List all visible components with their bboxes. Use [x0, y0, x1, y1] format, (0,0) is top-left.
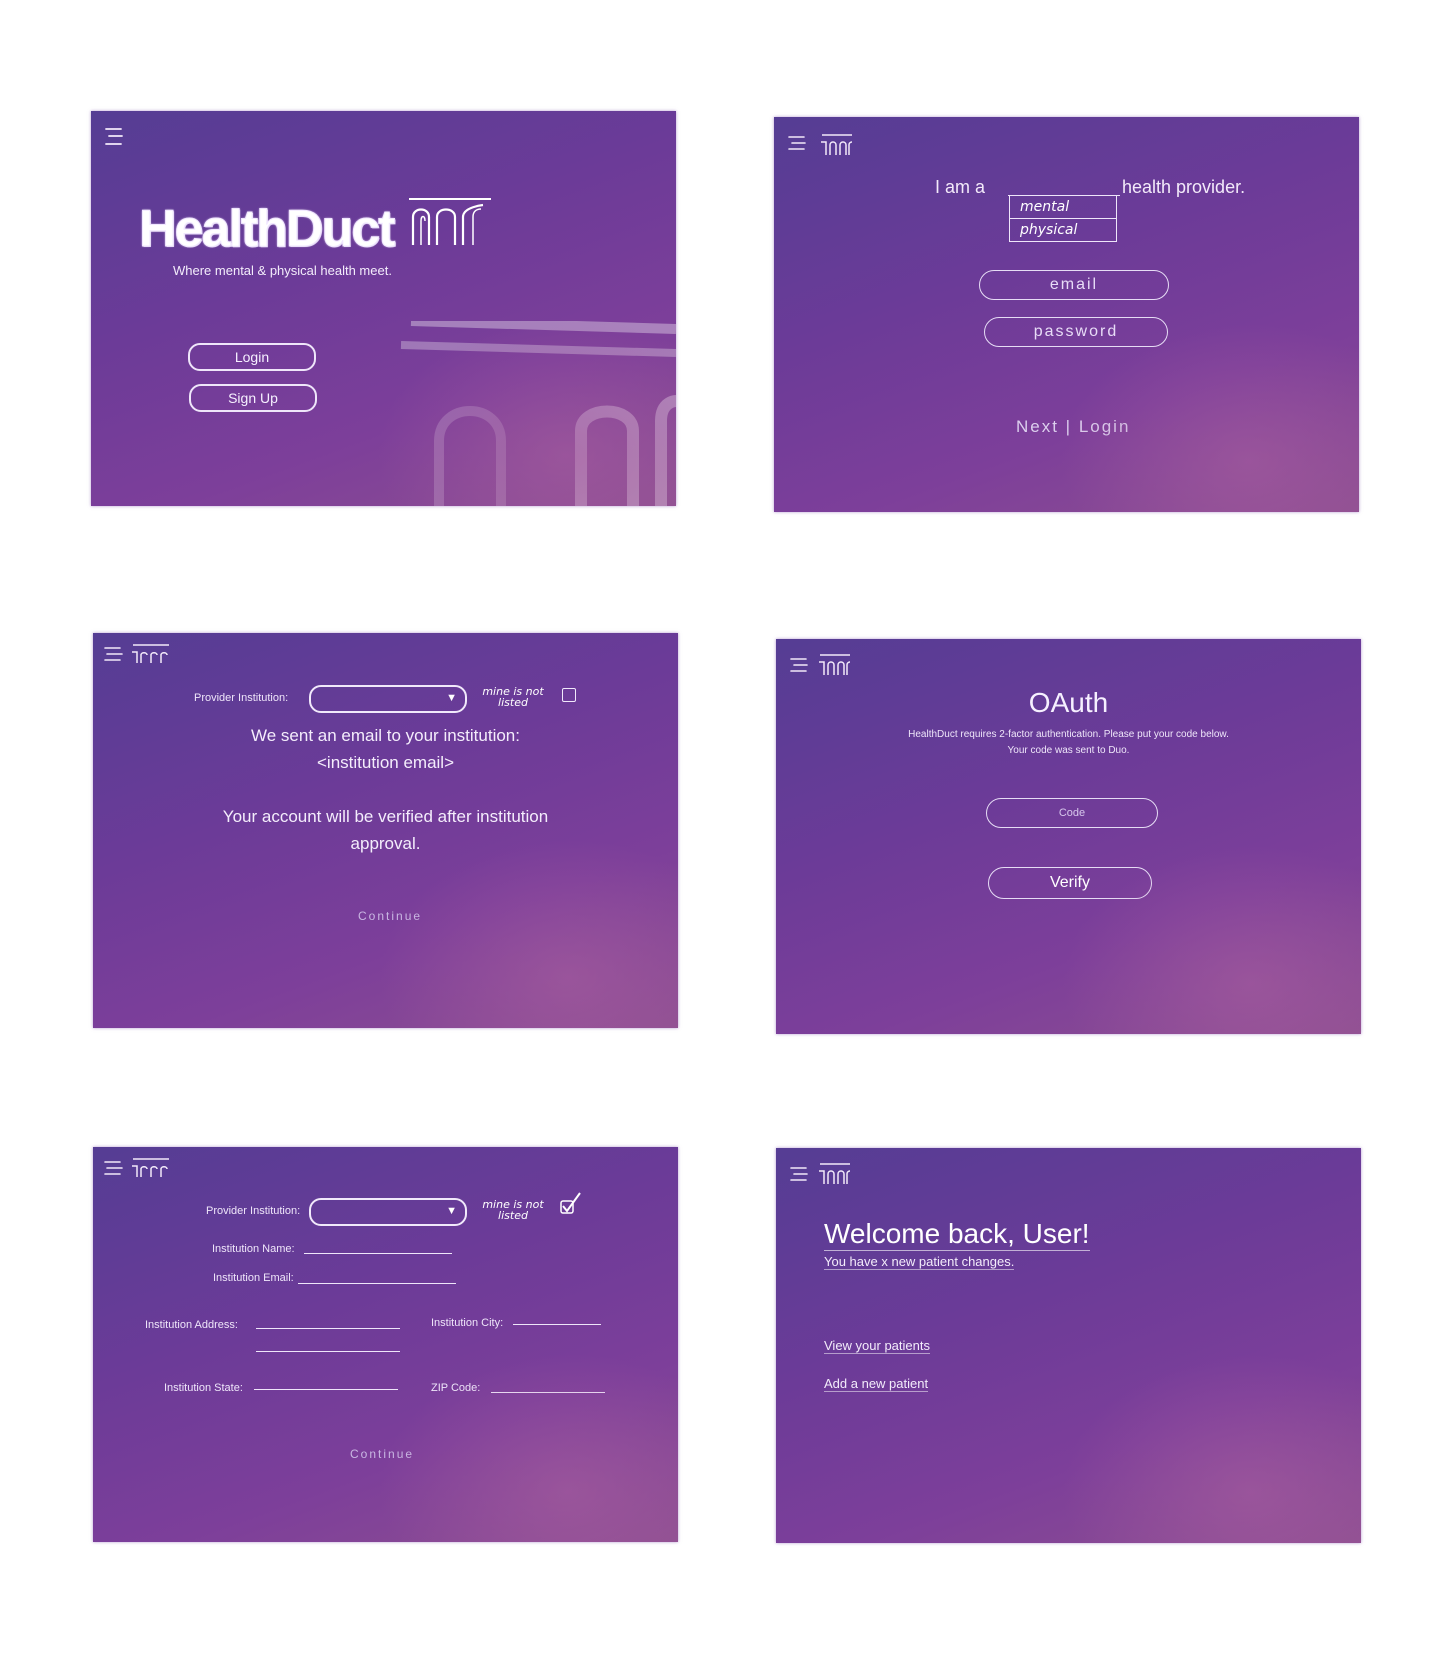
- continue-button[interactable]: Continue: [350, 1447, 414, 1461]
- institution-state-label: Institution State:: [164, 1382, 243, 1394]
- code-field[interactable]: Code: [986, 798, 1158, 828]
- zip-code-label: ZIP Code:: [431, 1382, 481, 1394]
- institution-email-label: Institution Email:: [213, 1272, 294, 1284]
- healthduct-logo-icon: [819, 1163, 851, 1184]
- email-field[interactable]: email: [979, 270, 1169, 300]
- institution-state-field[interactable]: [254, 1389, 398, 1390]
- brand-title: HealthDuct: [138, 200, 395, 259]
- oauth-title: OAuth: [1028, 687, 1109, 718]
- tagline: Where mental & physical health meet.: [173, 263, 392, 278]
- option-mental[interactable]: mental: [1009, 195, 1117, 219]
- provider-type-dropdown[interactable]: mental physical: [1009, 195, 1117, 242]
- decorative-logo-lines: [400, 321, 676, 506]
- institution-address-field-2[interactable]: [256, 1351, 400, 1352]
- institution-email-placeholder: <institution email>: [316, 753, 455, 772]
- email-sent-message: We sent an email to your institution:: [251, 726, 520, 745]
- menu-icon[interactable]: [788, 653, 810, 677]
- institution-sent-screen: Provider Institution: ▼ mine is not list…: [93, 633, 678, 1028]
- provider-login-screen: I am a health provider. mental physical …: [774, 117, 1359, 512]
- provider-institution-label: Provider Institution:: [206, 1205, 301, 1217]
- menu-icon[interactable]: [103, 643, 125, 665]
- healthduct-logo-icon: [132, 1158, 169, 1177]
- institution-city-label: Institution City:: [431, 1317, 504, 1329]
- patient-changes-text[interactable]: You have x new patient changes.: [824, 1254, 1015, 1270]
- dropdown-caret-icon: ▼: [446, 692, 457, 704]
- healthduct-logo-icon: [409, 198, 491, 245]
- healthduct-logo-icon: [821, 134, 853, 155]
- institution-name-field[interactable]: [304, 1253, 452, 1254]
- healthduct-logo-icon: [132, 644, 169, 663]
- view-patients-link[interactable]: View your patients: [824, 1338, 930, 1354]
- oauth-screen: OAuth HealthDuct requires 2-factor authe…: [776, 639, 1361, 1034]
- zip-code-field[interactable]: [491, 1392, 605, 1393]
- checked-checkbox-icon[interactable]: [558, 1191, 584, 1217]
- dropdown-caret-icon: ▼: [446, 1205, 457, 1217]
- institution-address-field-1[interactable]: [256, 1328, 400, 1329]
- dashboard-screen: Welcome back, User! You have x new patie…: [776, 1148, 1361, 1543]
- signup-button[interactable]: Sign Up: [189, 384, 317, 412]
- menu-icon[interactable]: [786, 131, 808, 155]
- checkbox-icon[interactable]: [562, 688, 576, 702]
- institution-address-label: Institution Address:: [145, 1319, 238, 1331]
- not-listed-note: mine is not listed: [482, 685, 544, 709]
- provider-institution-select[interactable]: ▼: [309, 1198, 467, 1226]
- menu-icon[interactable]: [103, 1157, 125, 1179]
- welcome-heading: Welcome back, User!: [824, 1218, 1090, 1251]
- oauth-duo-note: Your code was sent to Duo.: [1007, 745, 1130, 756]
- add-patient-link[interactable]: Add a new patient: [824, 1376, 929, 1392]
- login-button[interactable]: Login: [188, 343, 316, 371]
- landing-screen: HealthDuct Where mental & physical healt…: [91, 111, 676, 506]
- verification-message: Your account will be verified after inst…: [222, 807, 549, 826]
- password-field[interactable]: password: [984, 317, 1168, 347]
- healthduct-logo-icon: [819, 654, 851, 675]
- menu-icon[interactable]: [103, 125, 125, 149]
- next-login-link[interactable]: Next | Login: [1016, 417, 1130, 437]
- verification-message-end: approval.: [350, 834, 421, 853]
- institution-city-field[interactable]: [513, 1324, 601, 1325]
- menu-icon[interactable]: [788, 1162, 810, 1186]
- institution-form-screen: Provider Institution: ▼ mine is not list…: [93, 1147, 678, 1542]
- provider-institution-select[interactable]: ▼: [309, 685, 467, 713]
- oauth-instructions: HealthDuct requires 2-factor authenticat…: [908, 729, 1229, 740]
- option-physical[interactable]: physical: [1009, 219, 1117, 242]
- institution-email-field[interactable]: [298, 1283, 456, 1284]
- verify-button[interactable]: Verify: [988, 867, 1152, 899]
- not-listed-note: mine is not listed: [482, 1198, 544, 1222]
- provider-type-suffix: health provider.: [1122, 177, 1246, 197]
- institution-name-label: Institution Name:: [212, 1243, 295, 1255]
- provider-type-prefix: I am a: [935, 177, 986, 197]
- continue-button[interactable]: Continue: [358, 909, 422, 923]
- provider-institution-label: Provider Institution:: [194, 692, 289, 704]
